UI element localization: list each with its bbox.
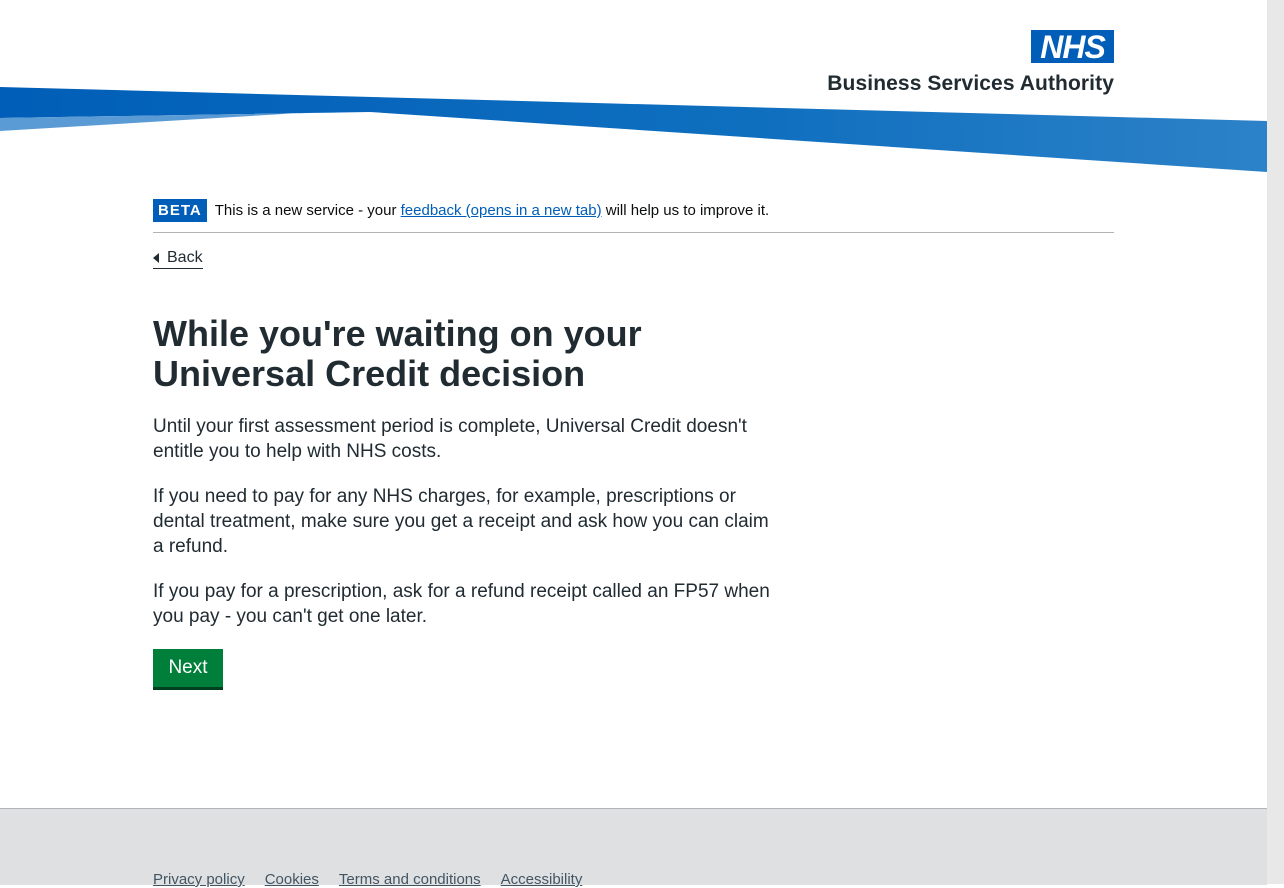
page-title: While you're waiting on your Universal C… xyxy=(153,313,642,394)
nhs-logo-mark: NHS xyxy=(1031,30,1114,63)
beta-banner: BETA This is a new service - your feedba… xyxy=(153,199,1114,233)
footer-links: Privacy policy Cookies Terms and conditi… xyxy=(153,871,602,888)
nhs-logo-text: NHS xyxy=(1040,28,1106,65)
vertical-scrollbar[interactable] xyxy=(1267,0,1284,884)
nhsbsa-logo[interactable]: NHS Business Services Authority xyxy=(812,30,1114,100)
footer-link-terms[interactable]: Terms and conditions xyxy=(339,871,481,888)
footer: Privacy policy Cookies Terms and conditi… xyxy=(0,808,1267,888)
footer-link-accessibility[interactable]: Accessibility xyxy=(501,871,583,888)
paragraph-refund: If you need to pay for any NHS charges, … xyxy=(153,486,769,557)
footer-link-privacy[interactable]: Privacy policy xyxy=(153,871,245,888)
organisation-name: Business Services Authority xyxy=(827,72,1114,95)
beta-tag: BETA xyxy=(153,199,207,222)
next-button[interactable]: Next xyxy=(153,649,223,687)
paragraph-assessment: Until your first assessment period is co… xyxy=(153,416,747,462)
chevron-left-icon xyxy=(153,253,159,263)
beta-text-before: This is a new service - your xyxy=(214,202,401,219)
page: NHS Business Services Authority BETA Thi… xyxy=(0,0,1267,888)
paragraph-fp57: If you pay for a prescription, ask for a… xyxy=(153,581,770,627)
beta-text-after: will help us to improve it. xyxy=(601,202,770,219)
beta-message: This is a new service - your feedback (o… xyxy=(215,199,769,223)
footer-link-cookies[interactable]: Cookies xyxy=(265,871,319,888)
feedback-link[interactable]: feedback (opens in a new tab) xyxy=(401,202,602,219)
back-link-label: Back xyxy=(167,249,203,266)
back-link[interactable]: Back xyxy=(153,247,203,269)
